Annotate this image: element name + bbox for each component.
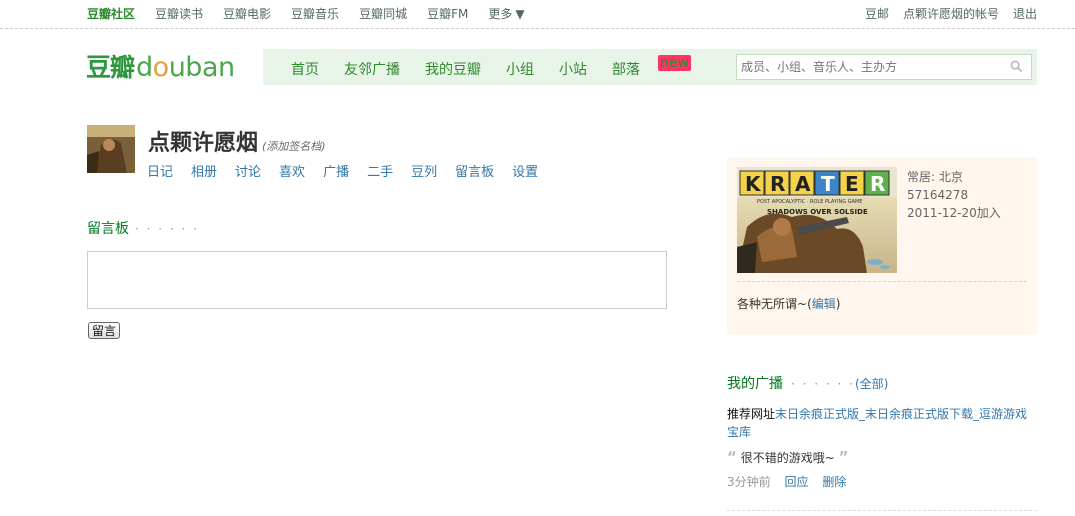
svg-text:A: A	[795, 172, 811, 196]
tab-photos[interactable]: 相册	[191, 161, 217, 180]
open-quote-icon: “	[727, 448, 737, 466]
broadcast-all-wrap: (全部)	[854, 377, 889, 391]
tab-diary[interactable]: 日记	[147, 161, 173, 180]
board-title-text: 留言板	[87, 221, 129, 237]
nav-tribe[interactable]: 部落 new	[612, 55, 698, 79]
site-nav-books[interactable]: 豆瓣读书	[155, 5, 203, 22]
broadcast-quote: “ 很不错的游戏哦~ ”	[727, 448, 848, 466]
broadcast-time: 3分钟前	[727, 475, 771, 489]
site-nav-movies[interactable]: 豆瓣电影	[223, 5, 271, 22]
tab-doulists[interactable]: 豆列	[411, 161, 437, 180]
profile-name: 点颗许愿烟 (添加签名档)	[148, 125, 326, 157]
intro-text: 各种无所谓~	[737, 297, 808, 311]
broadcast-all-link[interactable]: 全部	[860, 377, 884, 391]
svg-text:E: E	[845, 172, 859, 196]
tab-settings[interactable]: 设置	[512, 161, 538, 180]
board-dots: · · · · · ·	[135, 222, 199, 236]
site-nav-fm[interactable]: 豆瓣FM	[427, 5, 468, 22]
doumail-link[interactable]: 豆邮	[865, 5, 889, 22]
search-input[interactable]	[737, 55, 1007, 79]
nav-groups[interactable]: 小组	[506, 59, 534, 79]
message-textarea[interactable]	[87, 251, 667, 309]
tab-likes[interactable]: 喜欢	[279, 161, 305, 180]
caret-down-icon: ▼	[515, 7, 525, 21]
svg-text:K: K	[745, 172, 762, 196]
broadcast-meta: 3分钟前 回应 删除	[727, 473, 856, 490]
close-quote-icon: ”	[838, 448, 849, 466]
account-links: 豆邮 点颗许愿烟的帐号 退出	[851, 5, 1037, 22]
avatar[interactable]	[87, 125, 135, 173]
broadcast-item: 推荐网址末日余痕正式版_末日余痕正式版下载_逗游游戏宝库	[727, 405, 1037, 441]
broadcast-quote-text: 很不错的游戏哦~	[740, 451, 835, 465]
edit-intro-link[interactable]: 编辑	[812, 297, 836, 311]
tab-discussions[interactable]: 讨论	[235, 161, 261, 180]
broadcast-divider	[727, 510, 1037, 511]
logo-cn: 豆瓣	[86, 53, 135, 82]
logout-link[interactable]: 退出	[1013, 5, 1037, 22]
svg-text:R: R	[870, 172, 885, 196]
nav-friends-broadcast[interactable]: 友邻广播	[344, 59, 400, 79]
post-message-button[interactable]: 留言	[88, 322, 120, 339]
site-nav-events[interactable]: 豆瓣同城	[359, 5, 407, 22]
site-nav-community[interactable]: 豆瓣社区	[87, 5, 135, 22]
nav-home[interactable]: 首页	[291, 59, 319, 79]
profile-tabs: 日记 相册 讨论 喜欢 广播 二手 豆列 留言板 设置	[147, 161, 556, 180]
user-intro: 各种无所谓~(编辑)	[737, 297, 841, 311]
join-date: 2011-12-20加入	[907, 206, 1001, 220]
tab-message-board[interactable]: 留言板	[455, 161, 494, 180]
search-box	[736, 54, 1032, 80]
user-info-text: 常居: 北京 57164278 2011-12-20加入	[907, 168, 1001, 222]
profile-name-text: 点颗许愿烟	[148, 130, 259, 156]
site-nav-more-label: 更多	[488, 7, 513, 21]
tab-secondhand[interactable]: 二手	[367, 161, 393, 180]
info-divider	[737, 281, 1027, 282]
nav-tribe-label: 部落	[612, 62, 640, 78]
board-title: 留言板 · · · · · ·	[87, 218, 199, 238]
nav-sites[interactable]: 小站	[559, 59, 587, 79]
svg-text:T: T	[821, 172, 835, 196]
logo-en: douban	[136, 52, 235, 83]
avatar-image	[87, 125, 135, 173]
new-badge: new	[658, 55, 691, 71]
broadcast-dots: · · · · · ·	[791, 377, 855, 391]
tab-broadcast[interactable]: 广播	[323, 161, 349, 180]
user-location-text: 常居: 北京	[907, 170, 963, 184]
main-nav: 首页 友邻广播 我的豆瓣 小组 小站 部落 new	[263, 49, 1037, 85]
top-bar: 豆瓣社区 豆瓣读书 豆瓣电影 豆瓣音乐 豆瓣同城 豆瓣FM 更多 ▼ 豆邮 点颗许…	[0, 0, 1075, 29]
douban-logo[interactable]: 豆瓣 douban	[86, 48, 235, 84]
search-icon[interactable]	[1010, 60, 1023, 73]
site-nav-more[interactable]: 更多 ▼	[488, 5, 524, 22]
profile-image[interactable]: K R A T E R POST APOCALYPTIC · ROLE PLAY…	[737, 167, 897, 273]
user-location: 常居: 北京	[907, 168, 1001, 186]
krater-game-image: K R A T E R POST APOCALYPTIC · ROLE PLAY…	[737, 167, 897, 273]
nav-my-douban[interactable]: 我的豆瓣	[425, 59, 481, 79]
site-nav-music[interactable]: 豆瓣音乐	[291, 5, 339, 22]
broadcast-prefix: 推荐网址	[727, 407, 776, 421]
delete-link[interactable]: 删除	[822, 475, 846, 489]
broadcast-title: 我的广播 · · · · · ·(全部)	[727, 373, 888, 393]
svg-text:POST APOCALYPTIC · ROLE PLAYIN: POST APOCALYPTIC · ROLE PLAYING GAME	[757, 199, 862, 205]
svg-text:R: R	[770, 172, 785, 196]
reply-link[interactable]: 回应	[784, 475, 808, 489]
signature-link[interactable]: (添加签名档)	[262, 140, 326, 153]
user-id: 57164278	[907, 188, 969, 202]
broadcast-title-text: 我的广播	[727, 376, 783, 392]
account-link[interactable]: 点颗许愿烟的帐号	[903, 5, 999, 22]
site-nav: 豆瓣社区 豆瓣读书 豆瓣电影 豆瓣音乐 豆瓣同城 豆瓣FM 更多 ▼	[87, 5, 545, 22]
user-info-card: K R A T E R POST APOCALYPTIC · ROLE PLAY…	[727, 157, 1037, 335]
signature-text: (添加签名档)	[262, 140, 326, 153]
